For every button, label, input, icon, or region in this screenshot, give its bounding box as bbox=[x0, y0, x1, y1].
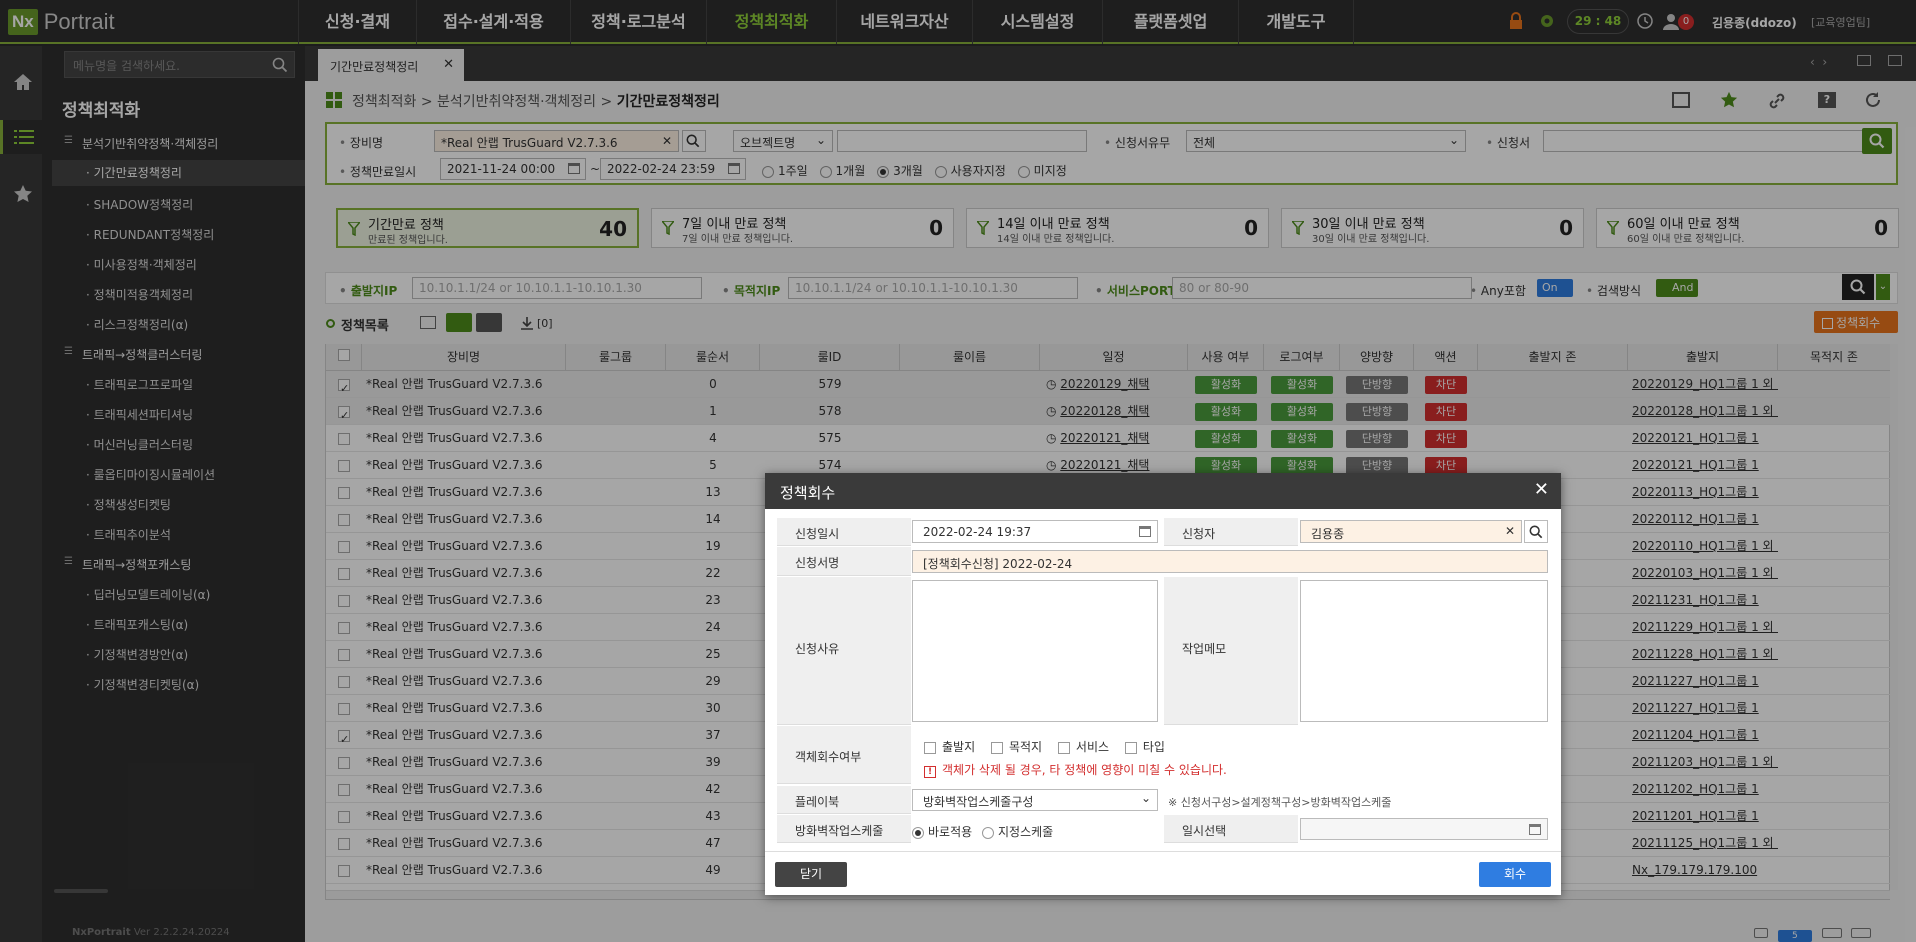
warning-message: 객체가 삭제 될 경우, 타 정책에 영향이 미칠 수 있습니다. bbox=[942, 763, 1227, 777]
clear-icon[interactable]: ✕ bbox=[1505, 524, 1515, 538]
chevron-down-icon: ⌄ bbox=[1140, 791, 1151, 805]
modal-header: 정책회수 ✕ bbox=[765, 473, 1561, 509]
req-date-field[interactable]: 2022-02-24 19:37 bbox=[912, 520, 1158, 543]
playbook-select[interactable]: 방화벽작업스케줄구성 ⌄ bbox=[912, 789, 1158, 811]
requester-field[interactable]: 김용종 ✕ bbox=[1300, 520, 1522, 543]
calendar-icon[interactable] bbox=[1529, 824, 1541, 835]
schedule-immediate[interactable]: 바로적용 bbox=[912, 825, 972, 839]
obj-recall-options: 출발지 목적지 서비스 타입 bbox=[924, 738, 1165, 755]
memo-label: 작업메모 bbox=[1164, 577, 1298, 725]
obj-opt-type-label: 타입 bbox=[1142, 740, 1165, 754]
modal-footer-divider bbox=[765, 851, 1561, 852]
obj-opt-dst[interactable]: 목적지 bbox=[990, 740, 1043, 754]
schedule-custom[interactable]: 지정스케줄 bbox=[982, 825, 1053, 839]
reason-textarea[interactable] bbox=[912, 580, 1158, 722]
form-name-field[interactable]: [정책회수신청] 2022-02-24 bbox=[912, 550, 1548, 573]
close-icon[interactable]: ✕ bbox=[1534, 479, 1549, 500]
warning-icon: ! bbox=[924, 766, 936, 778]
submit-recall-button[interactable]: 회수 bbox=[1479, 862, 1551, 887]
obj-opt-dst-label: 목적지 bbox=[1008, 740, 1043, 754]
warning-text: ! 객체가 삭제 될 경우, 타 정책에 영향이 미칠 수 있습니다. bbox=[924, 761, 1227, 778]
schedule-label: 방화벽작업스케줄 bbox=[777, 815, 911, 843]
playbook-note: ※ 신청서구성>설계정책구성>방화벽작업스케줄 bbox=[1168, 796, 1392, 809]
obj-opt-type[interactable]: 타입 bbox=[1124, 740, 1165, 754]
calendar-icon[interactable] bbox=[1139, 526, 1151, 537]
obj-opt-svc-label: 서비스 bbox=[1075, 740, 1110, 754]
req-date-label: 신청일시 bbox=[777, 518, 911, 546]
obj-opt-src-label: 출발지 bbox=[942, 740, 976, 754]
modal-title: 정책회수 bbox=[780, 484, 836, 502]
obj-opt-src[interactable]: 출발지 bbox=[924, 740, 975, 754]
playbook-value: 방화벽작업스케줄구성 bbox=[923, 795, 1034, 809]
form-name-label: 신청서명 bbox=[777, 547, 911, 576]
close-button[interactable]: 닫기 bbox=[775, 862, 847, 887]
req-date-value: 2022-02-24 19:37 bbox=[923, 525, 1032, 539]
datetime-field[interactable] bbox=[1300, 818, 1548, 840]
schedule-custom-label: 지정스케줄 bbox=[998, 825, 1054, 839]
requester-label: 신청자 bbox=[1164, 518, 1298, 546]
requester-value: 김용종 bbox=[1311, 527, 1345, 541]
obj-opt-svc[interactable]: 서비스 bbox=[1057, 740, 1110, 754]
schedule-radio-group: 바로적용 지정스케줄 bbox=[912, 823, 1053, 840]
datetime-label: 일시선택 bbox=[1164, 815, 1298, 843]
reason-label: 신청사유 bbox=[777, 577, 911, 725]
requester-search-button[interactable] bbox=[1524, 520, 1548, 543]
playbook-label: 플레이북 bbox=[777, 786, 911, 814]
obj-recall-label: 객체회수여부 bbox=[777, 726, 911, 784]
schedule-immediate-label: 바로적용 bbox=[928, 825, 973, 839]
memo-textarea[interactable] bbox=[1300, 580, 1548, 722]
